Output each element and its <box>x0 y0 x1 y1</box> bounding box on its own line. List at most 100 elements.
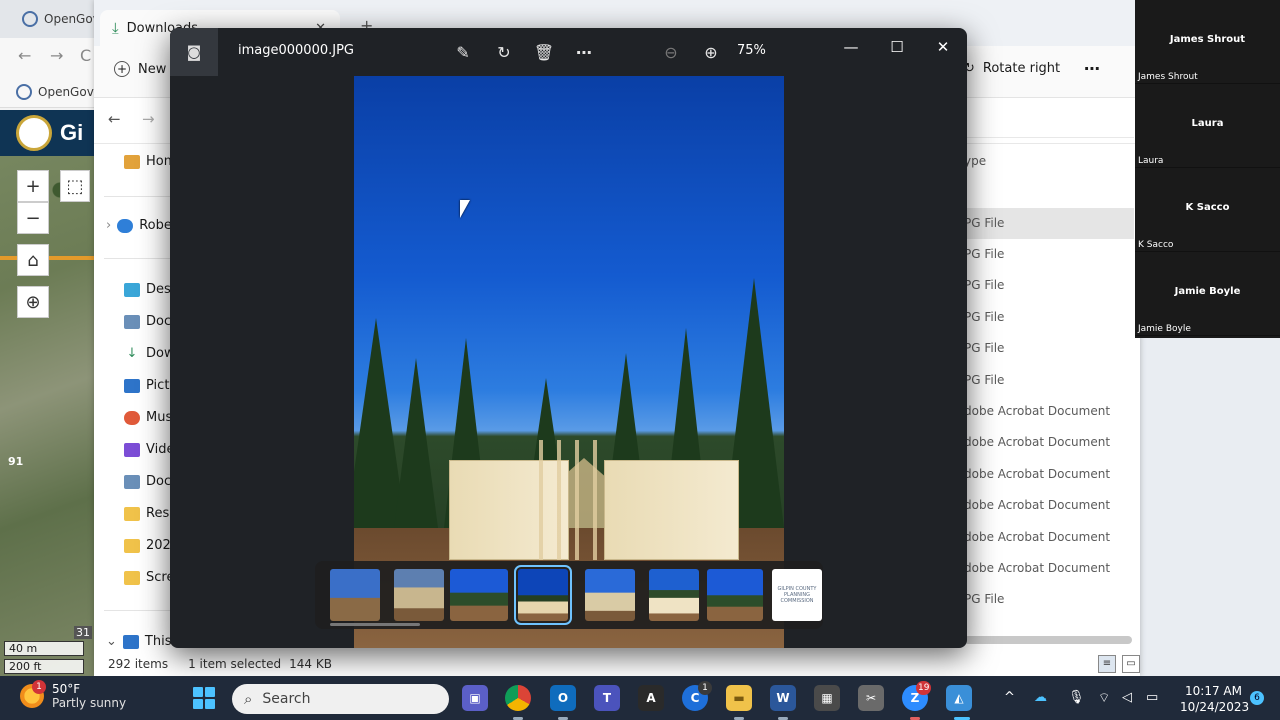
sidebar-item-videos[interactable]: Vide <box>124 442 174 457</box>
reload-icon[interactable]: C <box>80 46 91 65</box>
sidebar-item-this-pc[interactable]: ⌄ This <box>106 634 171 649</box>
select-tool-button[interactable]: ⬚ <box>60 170 90 202</box>
file-explorer-icon[interactable]: ▬ <box>726 685 752 711</box>
gallery-button[interactable]: ◙ <box>170 28 218 76</box>
delete-icon[interactable]: 🗑 <box>532 40 556 64</box>
edit-image-icon[interactable]: ✎ <box>451 40 475 64</box>
file-row[interactable]: dobe Acrobat Document <box>964 396 1134 427</box>
file-row[interactable]: PG File <box>964 302 1134 333</box>
file-row[interactable]: PG File <box>964 333 1134 364</box>
acrobat-icon[interactable]: A <box>638 685 664 711</box>
participant-tile[interactable]: James Shrout James Shrout <box>1135 0 1280 84</box>
filmstrip-scrollbar[interactable] <box>330 623 420 626</box>
new-button[interactable]: + New <box>114 61 166 77</box>
download-icon: ⤓ <box>112 19 119 37</box>
word-icon[interactable]: W <box>770 685 796 711</box>
chrome-icon[interactable] <box>505 685 531 711</box>
file-row[interactable]: dobe Acrobat Document <box>964 427 1134 458</box>
chevron-up-icon[interactable]: ^ <box>1004 690 1015 705</box>
browser-tab[interactable]: OpenGov <box>22 6 100 32</box>
scale-bar-metric: 40 m <box>4 641 84 656</box>
more-icon[interactable]: ⋯ <box>572 40 596 64</box>
battery-icon[interactable]: ▭ <box>1146 690 1158 705</box>
chevron-right-icon[interactable]: › <box>106 218 111 233</box>
snipping-tool-icon[interactable]: ✂ <box>858 685 884 711</box>
item-count: 292 items <box>108 656 169 671</box>
thumbnail[interactable] <box>450 569 508 621</box>
thumbnail-selected[interactable] <box>514 565 572 625</box>
outlook-icon[interactable]: O <box>550 685 576 711</box>
weather-condition: Partly sunny <box>52 696 127 710</box>
forward-icon[interactable]: → <box>50 46 63 65</box>
file-row[interactable]: PG File <box>964 584 1134 615</box>
sidebar-item-folder-scre[interactable]: Scre <box>124 570 174 585</box>
zoom-in-icon[interactable]: ⊕ <box>699 40 723 64</box>
notification-badge[interactable]: 6 <box>1250 691 1264 705</box>
thumbnail[interactable] <box>394 569 444 621</box>
folder-icon <box>124 538 140 553</box>
photo-tree <box>394 358 438 528</box>
sidebar-item-music[interactable]: Musi <box>124 410 176 425</box>
thumbnail-logo[interactable]: GILPIN COUNTY PLANNING COMMISSION <box>772 569 822 621</box>
pictures-icon <box>124 378 140 393</box>
bookmark-opengov[interactable]: OpenGov <box>16 79 94 105</box>
onedrive-icon[interactable]: ☁ <box>1034 690 1047 705</box>
thumbnail[interactable] <box>649 569 699 621</box>
file-row[interactable]: dobe Acrobat Document <box>964 490 1134 521</box>
documents-icon <box>124 474 140 489</box>
zoom-level[interactable]: 75% <box>737 43 766 58</box>
documents-icon <box>124 314 140 329</box>
sidebar-item-downloads[interactable]: ↓ Dow <box>124 346 175 361</box>
computer-icon <box>122 634 139 649</box>
taskbar: 1 50°F Partly sunny ⌕ Search ▣ O T A C 1… <box>0 676 1280 720</box>
wifi-icon[interactable]: ⌔ <box>1098 690 1110 706</box>
locate-button[interactable]: ⊕ <box>17 286 49 318</box>
rotate-right-button[interactable]: ↻ Rotate right <box>964 61 1060 76</box>
participant-tile[interactable]: Laura Laura <box>1135 84 1280 168</box>
details-view-icon[interactable]: ≡ <box>1098 654 1116 673</box>
system-clock[interactable]: 10:17 AM 10/24/2023 <box>1180 683 1249 715</box>
microphone-icon[interactable]: 🎙 <box>1068 690 1085 705</box>
file-row[interactable]: PG File <box>964 365 1134 396</box>
zoom-out-button[interactable]: − <box>17 202 49 234</box>
tiles-view-icon[interactable]: ▭ <box>1122 654 1140 673</box>
back-icon[interactable]: ← <box>108 110 121 128</box>
more-options-icon[interactable]: ⋯ <box>1084 59 1100 78</box>
thumbnail[interactable] <box>707 569 763 621</box>
file-row[interactable]: dobe Acrobat Document <box>964 522 1134 553</box>
sidebar-item-home[interactable]: Hom <box>124 154 176 169</box>
rotate-icon[interactable]: ↻ <box>492 40 516 64</box>
calculator-icon[interactable]: ▦ <box>814 685 840 711</box>
participant-tile[interactable]: K Sacco K Sacco <box>1135 168 1280 252</box>
gallery-icon: ◙ <box>186 43 202 61</box>
teams-chat-icon[interactable]: ▣ <box>462 685 488 711</box>
thumbnail[interactable] <box>585 569 635 621</box>
minimize-button[interactable]: — <box>828 32 874 62</box>
maximize-button[interactable]: ☐ <box>874 32 920 62</box>
file-row[interactable]: PG File <box>964 208 1134 239</box>
back-icon[interactable]: ← <box>18 46 31 65</box>
search-placeholder: Search <box>262 691 311 707</box>
home-button[interactable]: ⌂ <box>17 244 49 276</box>
start-button[interactable] <box>193 687 215 709</box>
zoom-out-icon[interactable]: ⊖ <box>659 40 683 64</box>
chevron-down-icon[interactable]: ⌄ <box>106 634 117 649</box>
file-row[interactable]: dobe Acrobat Document <box>964 553 1134 584</box>
file-row[interactable]: dobe Acrobat Document <box>964 459 1134 490</box>
search-icon: ⌕ <box>244 690 253 708</box>
taskbar-search[interactable]: ⌕ Search <box>232 684 449 714</box>
participant-tile[interactable]: Jamie Boyle Jamie Boyle <box>1135 252 1280 336</box>
close-button[interactable]: ✕ <box>920 32 966 62</box>
sidebar-item-onedrive[interactable]: › Robe <box>106 218 172 233</box>
forward-icon[interactable]: → <box>142 110 155 128</box>
volume-icon[interactable]: ◁ <box>1122 690 1132 705</box>
file-row[interactable]: PG File <box>964 239 1134 270</box>
weather-widget[interactable]: 1 50°F Partly sunny <box>20 680 127 710</box>
photos-icon[interactable]: ◭ <box>946 685 972 711</box>
file-row[interactable]: PG File <box>964 270 1134 301</box>
column-header-type[interactable]: ype <box>964 154 986 168</box>
zoom-in-button[interactable]: + <box>17 170 49 202</box>
horizontal-scrollbar[interactable] <box>964 636 1132 644</box>
thumbnail[interactable] <box>330 569 380 621</box>
teams-icon[interactable]: T <box>594 685 620 711</box>
